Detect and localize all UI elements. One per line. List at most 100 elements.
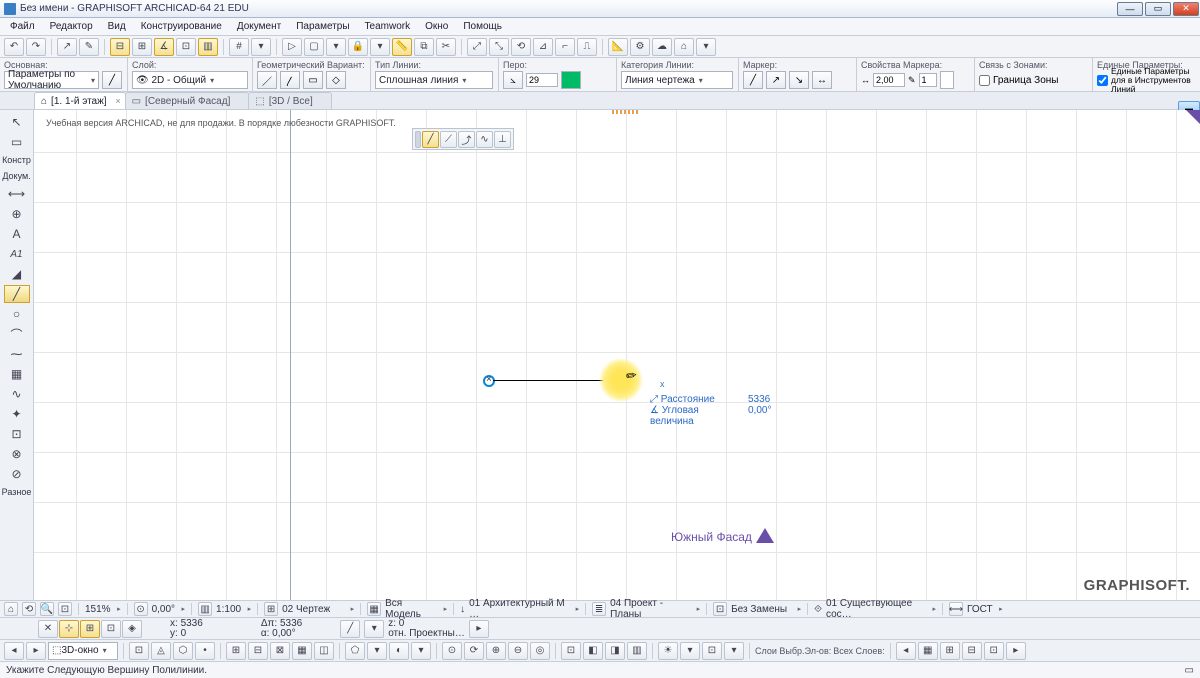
layer-dropdown[interactable]: 👁 2D - Общий (132, 71, 248, 89)
marker-both-icon[interactable]: ↔ (812, 71, 832, 89)
lock-dd-icon[interactable]: ▾ (370, 38, 390, 56)
marker-end-icon[interactable]: ↘ (789, 71, 809, 89)
geom-rect-icon[interactable]: ▭ (303, 71, 323, 89)
menu-edit[interactable]: Редактор (44, 19, 99, 34)
snap-vertical-icon[interactable]: ⊟ (110, 38, 130, 56)
square-dd-icon[interactable]: ▾ (326, 38, 346, 56)
menu-view[interactable]: Вид (102, 19, 132, 34)
pen-angle-icon[interactable]: ⦣ (503, 71, 523, 89)
bb15-icon[interactable]: ⟳ (464, 642, 484, 660)
drawing-canvas[interactable]: Учебная версия ARCHICAD, не для продажи.… (34, 110, 1200, 600)
spline-tool-icon[interactable]: ∿ (4, 385, 30, 403)
tab-floorplan[interactable]: ⌂[1. 1-й этаж]× (34, 92, 126, 109)
edit5-icon[interactable]: ⌐ (555, 38, 575, 56)
penset-icon[interactable]: ⊞ (264, 602, 278, 616)
status-arch[interactable]: 01 Архитектурный М … (469, 598, 579, 620)
bb18-icon[interactable]: ◎ (530, 642, 550, 660)
label-tool-icon[interactable]: A1 (4, 245, 30, 263)
bb7-icon[interactable]: ⊠ (270, 642, 290, 660)
snap-angle-icon[interactable]: ∡ (154, 38, 174, 56)
unified-checkbox[interactable] (1097, 75, 1108, 86)
marker-none-icon[interactable]: ╱ (743, 71, 763, 89)
coord-mode1-icon[interactable]: ✕ (38, 620, 58, 638)
defaults-dropdown[interactable]: Параметры по Умолчанию (4, 71, 99, 89)
bb12-icon[interactable]: ◐ (389, 642, 409, 660)
new-icon[interactable]: ↶ (4, 38, 24, 56)
square-icon[interactable]: ▢ (304, 38, 324, 56)
pet-arc-icon[interactable]: ⟋ (440, 131, 457, 148)
bb25-icon[interactable]: ⊡ (702, 642, 722, 660)
nav-next-icon[interactable]: ▸ (26, 642, 46, 660)
status-standard[interactable]: ГОСТ (967, 604, 1003, 615)
bb5-icon[interactable]: ⊞ (226, 642, 246, 660)
menu-options[interactable]: Параметры (290, 19, 355, 34)
coord-mode5-icon[interactable]: ◈ (122, 620, 142, 638)
dim-icon[interactable]: ⟷ (949, 602, 963, 616)
snap-guide-icon[interactable]: ▥ (198, 38, 218, 56)
bb19-icon[interactable]: ⊡ (561, 642, 581, 660)
trim-icon[interactable]: ✂ (436, 38, 456, 56)
dropper-icon[interactable]: ✎ (79, 38, 99, 56)
bb17-icon[interactable]: ⊖ (508, 642, 528, 660)
trace-icon[interactable]: ⧉ (414, 38, 434, 56)
bb16-icon[interactable]: ⊕ (486, 642, 506, 660)
cloud-icon[interactable]: ☁ (652, 38, 672, 56)
bb27-icon[interactable]: ◂ (896, 642, 916, 660)
bb9-icon[interactable]: ◫ (314, 642, 334, 660)
bb3-icon[interactable]: ⬡ (173, 642, 193, 660)
model-icon[interactable]: ▦ (367, 602, 381, 616)
layers-icon[interactable]: ≣ (592, 602, 606, 616)
hotspot-tool-icon[interactable]: ✦ (4, 405, 30, 423)
zoom-home-icon[interactable]: ⌂ (4, 602, 18, 616)
bb13-icon[interactable]: ▾ (411, 642, 431, 660)
bb20-icon[interactable]: ◧ (583, 642, 603, 660)
dd-icon[interactable]: ▾ (696, 38, 716, 56)
bb26-icon[interactable]: ▾ (724, 642, 744, 660)
bb32-icon[interactable]: ▸ (1006, 642, 1026, 660)
bb24-icon[interactable]: ▾ (680, 642, 700, 660)
geom-rotrect-icon[interactable]: ◇ (326, 71, 346, 89)
bb21-icon[interactable]: ◨ (605, 642, 625, 660)
status-plans[interactable]: 04 Проект - Планы (610, 598, 700, 620)
figure-tool-icon[interactable]: ⊡ (4, 425, 30, 443)
home-icon[interactable]: ⌂ (674, 38, 694, 56)
line-tool-icon[interactable]: ╱ (102, 71, 122, 89)
marker-pen[interactable]: 1 (919, 73, 937, 87)
orient-icon[interactable]: ⊙ (134, 602, 148, 616)
grip-icon[interactable] (415, 131, 421, 148)
scale-icon[interactable]: ▥ (198, 602, 212, 616)
edit3-icon[interactable]: ⟲ (511, 38, 531, 56)
status-drawing[interactable]: 02 Чертеж (282, 604, 354, 615)
scale-value[interactable]: 1:100 (216, 604, 251, 615)
circle-tool-icon[interactable]: ○ (4, 305, 30, 323)
geom-line-icon[interactable]: ／ (257, 71, 277, 89)
bb14-icon[interactable]: ⊙ (442, 642, 462, 660)
bb1-icon[interactable]: ⊡ (129, 642, 149, 660)
edit6-icon[interactable]: ⎍ (577, 38, 597, 56)
redo-icon[interactable]: ↷ (26, 38, 46, 56)
menu-design[interactable]: Конструирование (135, 19, 228, 34)
polyline-tool-icon[interactable]: ⁓ (4, 345, 30, 363)
linetype-dropdown[interactable]: Сплошная линия (375, 71, 493, 89)
measure-icon[interactable]: 📐 (608, 38, 628, 56)
linecat-dropdown[interactable]: Линия чертежа (621, 71, 733, 89)
menu-window[interactable]: Окно (419, 19, 454, 34)
snap-ortho-icon[interactable]: ⊞ (132, 38, 152, 56)
level-tool-icon[interactable]: ⊕ (4, 205, 30, 223)
link-icon[interactable]: ⚙ (630, 38, 650, 56)
edit1-icon[interactable]: ⤢ (467, 38, 487, 56)
gravity-icon[interactable]: ╱ (340, 620, 360, 638)
grid-dd-icon[interactable]: ▾ (251, 38, 271, 56)
zoom-prev-icon[interactable]: ⟲ (22, 602, 36, 616)
coord-mode2-icon[interactable]: ⊹ (59, 620, 79, 638)
gravity-dd-icon[interactable]: ▾ (364, 620, 384, 638)
menu-help[interactable]: Помощь (457, 19, 508, 34)
marker-swatch[interactable] (940, 71, 954, 89)
marker-size[interactable]: 2,00 (873, 73, 905, 87)
arc-tool-icon[interactable]: ⌒ (4, 325, 30, 343)
worksheet-tool-icon[interactable]: ⊘ (4, 465, 30, 483)
menu-teamwork[interactable]: Teamwork (359, 19, 417, 34)
snap-grid-icon[interactable]: ⊡ (176, 38, 196, 56)
zoom-in-icon[interactable]: 🔍 (40, 602, 54, 616)
coord-mode3-icon[interactable]: ⊞ (80, 620, 100, 638)
